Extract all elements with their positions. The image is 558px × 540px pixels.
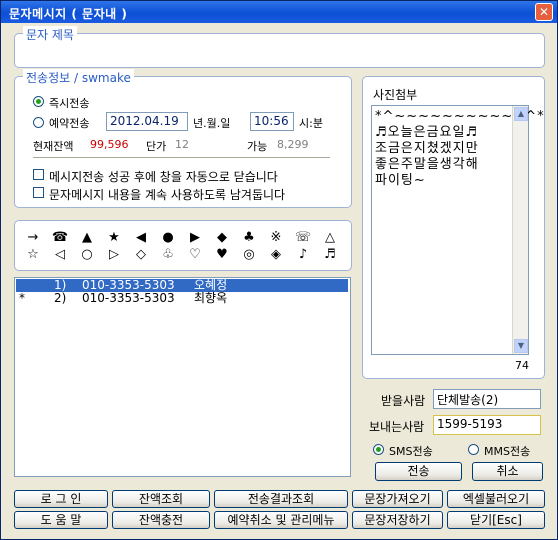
auto-close-label: 메시지전송 성공 후에 창을 자동으로 닫습니다	[49, 170, 278, 184]
mms-label: MMS전송	[484, 445, 531, 458]
reserve-radio[interactable]	[33, 117, 44, 128]
symbol-heart-outline[interactable]: ♡	[186, 247, 204, 263]
available-label: 가능	[247, 140, 268, 153]
symbol-diamond[interactable]: ◆	[213, 230, 231, 246]
window-title: 문자메시지 ( 문자내 )	[9, 7, 128, 21]
sender-input[interactable]: 1599-5193	[433, 415, 541, 435]
date-format-label: 년.월.일	[193, 117, 231, 130]
message-textarea[interactable]: *^~~~~~~~~~~~^* ♬오늘은금요일♬ 조금은지쳤겠지만 좋은주말을생…	[371, 105, 544, 355]
symbol-circle[interactable]: ●	[159, 230, 177, 246]
balance-label: 현재잔액	[33, 140, 74, 153]
balance-check-button[interactable]: 잔액조회	[112, 490, 210, 508]
photo-legend: 사진첨부	[373, 88, 418, 102]
login-button[interactable]: 로 그 인	[14, 490, 108, 508]
sender-label: 보내는사람	[369, 420, 425, 434]
receiver-input[interactable]: 단체발송(2)	[433, 389, 541, 409]
load-message-button[interactable]: 문장가져오기	[352, 490, 443, 508]
divider	[33, 157, 330, 159]
symbol-arrow-right[interactable]: →	[24, 230, 42, 246]
help-button[interactable]: 도 움 말	[14, 511, 108, 529]
symbol-heart[interactable]: ♥	[213, 247, 231, 263]
photo-panel: 사진첨부 *^~~~~~~~~~~~^* ♬오늘은금요일♬ 조금은지쳤겠지만 좋…	[362, 76, 545, 379]
title-bar[interactable]: 문자메시지 ( 문자내 ) ✕	[1, 1, 557, 23]
unit-price-value: 12	[175, 138, 189, 151]
reservation-menu-button[interactable]: 예약취소 및 관리메뉴	[214, 511, 348, 529]
symbol-triangle-right-outline[interactable]: ▷	[105, 247, 123, 263]
symbol-phone[interactable]: ☎	[51, 230, 69, 246]
result-check-button[interactable]: 전송결과조회	[214, 490, 348, 508]
receiver-label: 받을사람	[381, 394, 426, 408]
immediate-radio[interactable]	[33, 96, 44, 107]
close-icon[interactable]: ✕	[535, 3, 553, 21]
send-info-panel: 전송정보 / swmake 즉시전송 예약전송 2012.04.19 년.월.일…	[14, 69, 352, 208]
recharge-button[interactable]: 잔액충전	[112, 511, 210, 529]
send-info-legend: 전송정보 / swmake	[23, 69, 134, 86]
symbol-reference-mark[interactable]: ※	[267, 230, 285, 246]
symbol-triangle-up[interactable]: ▲	[78, 230, 96, 246]
close-button[interactable]: 닫기[Esc]	[447, 511, 545, 529]
subject-legend: 문자 제목	[23, 26, 77, 43]
keep-message-checkbox[interactable]	[33, 187, 44, 198]
sms-label: SMS전송	[389, 445, 433, 458]
excel-import-button[interactable]: 엑셀불러오기	[447, 490, 545, 508]
symbol-triangle-right[interactable]: ▶	[186, 230, 204, 246]
symbol-triangle-outline[interactable]: △	[321, 230, 339, 246]
auto-close-checkbox[interactable]	[33, 169, 44, 180]
symbol-note[interactable]: ♪	[294, 247, 312, 263]
symbol-club[interactable]: ♣	[240, 230, 258, 246]
recipient-marker: *	[19, 291, 25, 305]
available-value: 8,299	[277, 138, 309, 151]
symbol-club-outline[interactable]: ♧	[159, 247, 177, 263]
mms-radio[interactable]	[468, 444, 479, 455]
send-button[interactable]: 전송	[375, 462, 462, 481]
recipient-name: 최향옥	[194, 291, 228, 305]
message-line: 조금은지쳤겠지만	[375, 141, 479, 156]
recipient-row[interactable]: * 2) 010-3353-5303 최향옥	[16, 292, 348, 305]
byte-count: 74	[515, 359, 529, 372]
message-line: ♬오늘은금요일♬	[375, 125, 479, 140]
message-line: 파이팅~	[375, 173, 426, 188]
keep-message-label: 문자메시지 내용을 계속 사용하도록 남겨둡니다	[49, 188, 286, 202]
symbol-phone-outline[interactable]: ☏	[294, 230, 312, 246]
message-scrollbar[interactable]: ▲ ▼	[512, 106, 528, 354]
symbol-diamond-outline[interactable]: ◇	[132, 247, 150, 263]
reserve-label: 예약전송	[49, 117, 90, 130]
symbol-notes[interactable]: ♬	[321, 247, 339, 263]
symbol-triangle-left[interactable]: ◀	[132, 230, 150, 246]
reserve-time-input[interactable]: 10:56	[250, 112, 294, 131]
unit-price-label: 단가	[146, 140, 167, 153]
subject-input[interactable]	[21, 42, 537, 62]
recipient-index: 2)	[54, 291, 67, 305]
scroll-up-icon[interactable]: ▲	[514, 107, 528, 121]
recipient-phone: 010-3353-5303	[82, 291, 175, 305]
immediate-label: 즉시전송	[49, 97, 90, 110]
save-message-button[interactable]: 문장저장하기	[352, 511, 443, 529]
message-line: 좋은주말을생각해	[375, 157, 479, 172]
symbol-circle-outline[interactable]: ○	[78, 247, 96, 263]
balance-value: 99,596	[90, 138, 129, 151]
symbol-star[interactable]: ★	[105, 230, 123, 246]
symbol-triangle-left-outline[interactable]: ◁	[51, 247, 69, 263]
symbol-bullseye[interactable]: ◎	[240, 247, 258, 263]
subject-panel: 문자 제목	[14, 26, 545, 68]
scroll-down-icon[interactable]: ▼	[514, 339, 528, 353]
reserve-date-input[interactable]: 2012.04.19	[106, 112, 188, 131]
time-format-label: 시:분	[299, 117, 323, 130]
symbol-diamond-dot[interactable]: ◈	[267, 247, 285, 263]
symbols-panel: → ☎ ▲ ★ ◀ ● ▶ ◆ ♣ ※ ☏ △ ☆ ◁ ○ ▷ ◇ ♧ ♡ ♥ …	[14, 220, 352, 271]
cancel-button[interactable]: 취소	[472, 462, 543, 481]
sms-radio[interactable]	[373, 444, 384, 455]
message-window: 문자메시지 ( 문자내 ) ✕ 문자 제목 전송정보 / swmake 즉시전송…	[0, 0, 558, 540]
symbol-star-outline[interactable]: ☆	[24, 247, 42, 263]
recipient-list[interactable]: 1) 010-3353-5303 오혜정 * 2) 010-3353-5303 …	[14, 277, 351, 477]
